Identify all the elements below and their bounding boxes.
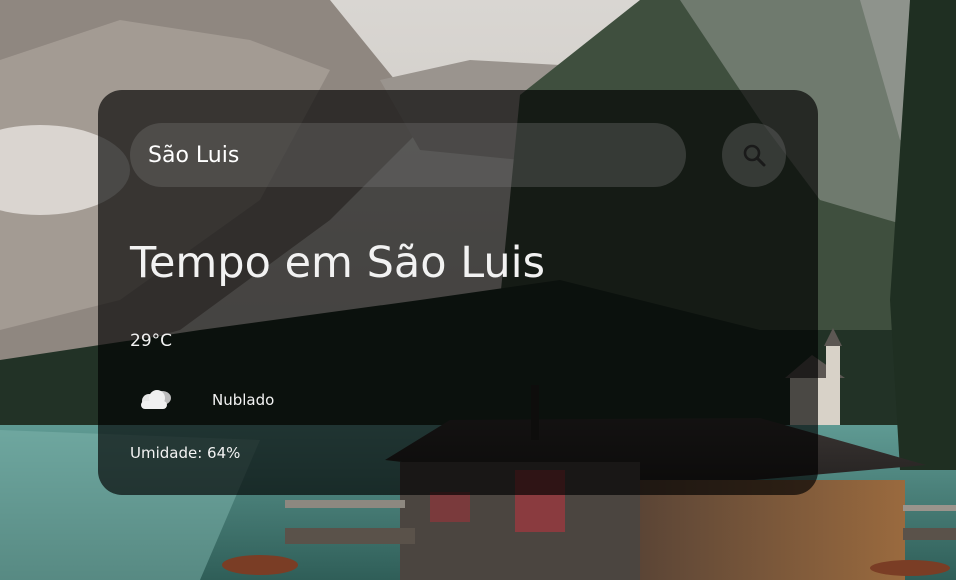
city-weather-title: Tempo em São Luis: [130, 238, 546, 288]
humidity-value: Umidade: 64%: [130, 444, 241, 462]
cloud-icon: [141, 390, 171, 409]
weather-description: Nublado: [212, 391, 275, 409]
city-search-input[interactable]: [130, 123, 686, 187]
search-icon: [743, 144, 766, 167]
temperature-value: 29°C: [130, 331, 173, 351]
weather-condition: Nublado: [130, 386, 430, 414]
search-bar: [130, 123, 786, 187]
weather-card: Tempo em São Luis 29°C Nublado Umidade: …: [98, 90, 818, 495]
search-button[interactable]: [722, 123, 786, 187]
